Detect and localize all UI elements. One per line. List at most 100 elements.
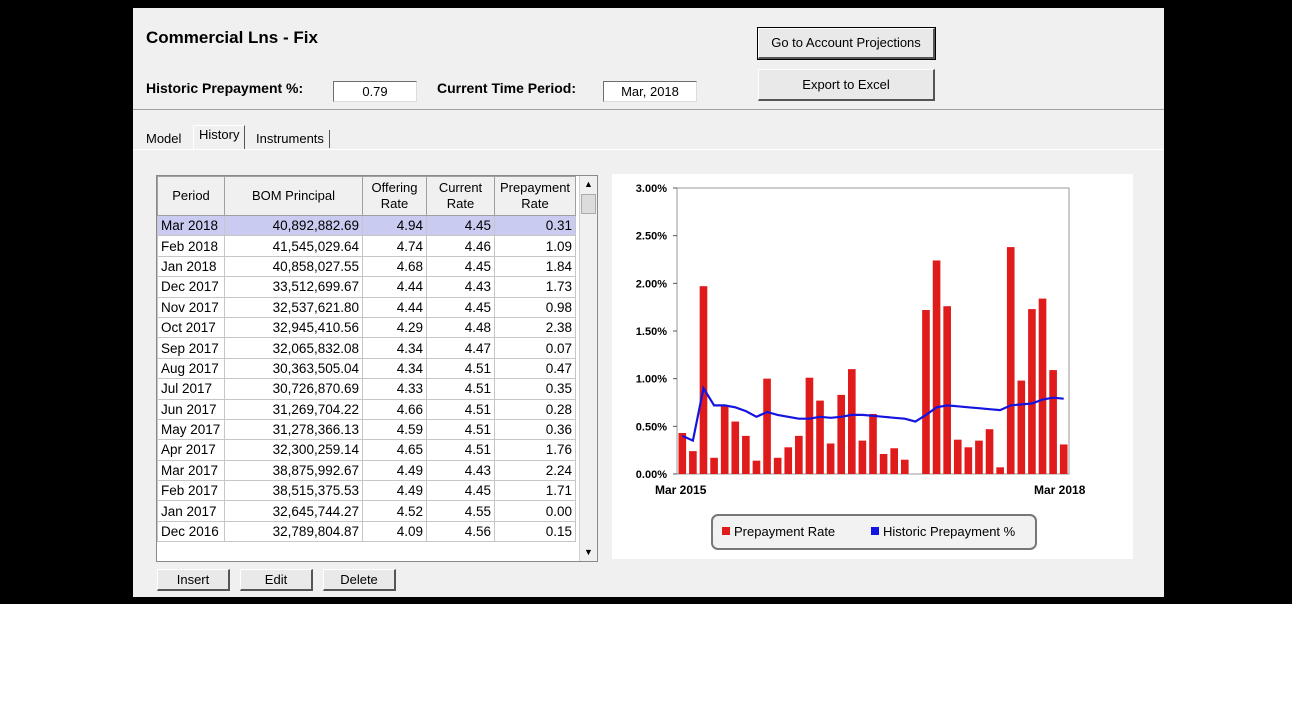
table-row[interactable]: Nov 2017 32,537,621.80 4.44 4.45 0.98 bbox=[157, 296, 576, 318]
offering-rate-header[interactable]: Offering Rate bbox=[362, 176, 427, 216]
tab-instruments[interactable]: Instruments bbox=[251, 130, 330, 148]
table-row[interactable]: Jan 2018 40,858,027.55 4.68 4.45 1.84 bbox=[157, 255, 576, 278]
bom-principal-cell[interactable]: 38,875,992.67 bbox=[224, 459, 363, 482]
offering-rate-cell[interactable]: 4.44 bbox=[362, 276, 427, 298]
table-row[interactable]: Jun 2017 31,269,704.22 4.66 4.51 0.28 bbox=[157, 398, 576, 420]
period-cell[interactable]: Sep 2017 bbox=[157, 337, 225, 359]
period-cell[interactable]: May 2017 bbox=[157, 418, 225, 441]
current-rate-cell[interactable]: 4.45 bbox=[426, 214, 495, 237]
period-cell[interactable]: Oct 2017 bbox=[157, 316, 225, 339]
offering-rate-cell[interactable]: 4.65 bbox=[362, 439, 427, 461]
offering-rate-cell[interactable]: 4.44 bbox=[362, 296, 427, 318]
prepayment-rate-cell[interactable]: 2.24 bbox=[494, 459, 576, 482]
grid-scrollbar[interactable]: ▲ ▼ bbox=[579, 176, 597, 561]
offering-rate-cell[interactable]: 4.52 bbox=[362, 500, 427, 522]
period-cell[interactable]: Apr 2017 bbox=[157, 439, 225, 461]
current-rate-cell[interactable]: 4.45 bbox=[426, 480, 495, 502]
period-cell[interactable]: Jun 2017 bbox=[157, 398, 225, 420]
delete-button[interactable]: Delete bbox=[323, 569, 396, 591]
prepayment-rate-cell[interactable]: 0.47 bbox=[494, 357, 576, 380]
current-rate-cell[interactable]: 4.43 bbox=[426, 459, 495, 482]
bom-principal-cell[interactable]: 32,065,832.08 bbox=[224, 337, 363, 359]
current-rate-cell[interactable]: 4.51 bbox=[426, 357, 495, 380]
bom-principal-cell[interactable]: 30,363,505.04 bbox=[224, 357, 363, 380]
current-rate-cell[interactable]: 4.51 bbox=[426, 439, 495, 461]
go-to-account-projections-button[interactable]: Go to Account Projections bbox=[757, 27, 936, 60]
offering-rate-cell[interactable]: 4.74 bbox=[362, 235, 427, 257]
prepayment-rate-cell[interactable]: 0.35 bbox=[494, 378, 576, 400]
offering-rate-cell[interactable]: 4.34 bbox=[362, 357, 427, 380]
offering-rate-cell[interactable]: 4.94 bbox=[362, 214, 427, 237]
period-cell[interactable]: Feb 2018 bbox=[157, 235, 225, 257]
bom-principal-header[interactable]: BOM Principal bbox=[224, 176, 363, 216]
historic-prepayment-field[interactable]: 0.79 bbox=[333, 81, 417, 102]
scroll-down-icon[interactable]: ▼ bbox=[580, 544, 597, 561]
period-cell[interactable]: Jan 2017 bbox=[157, 500, 225, 522]
table-row[interactable]: Sep 2017 32,065,832.08 4.34 4.47 0.07 bbox=[157, 337, 576, 359]
current-rate-header[interactable]: Current Rate bbox=[426, 176, 495, 216]
table-row[interactable]: Mar 2017 38,875,992.67 4.49 4.43 2.24 bbox=[157, 459, 576, 482]
bom-principal-cell[interactable]: 32,537,621.80 bbox=[224, 296, 363, 318]
table-row[interactable]: Jan 2017 32,645,744.27 4.52 4.55 0.00 bbox=[157, 500, 576, 522]
prepayment-rate-cell[interactable]: 0.98 bbox=[494, 296, 576, 318]
bom-principal-cell[interactable]: 31,269,704.22 bbox=[224, 398, 363, 420]
tab-model[interactable]: Model bbox=[141, 130, 186, 148]
bom-principal-cell[interactable]: 38,515,375.53 bbox=[224, 480, 363, 502]
current-rate-cell[interactable]: 4.45 bbox=[426, 255, 495, 278]
table-row[interactable]: Aug 2017 30,363,505.04 4.34 4.51 0.47 bbox=[157, 357, 576, 380]
current-rate-cell[interactable]: 4.46 bbox=[426, 235, 495, 257]
bom-principal-cell[interactable]: 32,645,744.27 bbox=[224, 500, 363, 522]
bom-principal-cell[interactable]: 40,892,882.69 bbox=[224, 214, 363, 237]
current-rate-cell[interactable]: 4.51 bbox=[426, 378, 495, 400]
table-row[interactable]: Dec 2016 32,789,804.87 4.09 4.56 0.15 bbox=[157, 520, 576, 543]
current-rate-cell[interactable]: 4.56 bbox=[426, 520, 495, 543]
table-row[interactable]: May 2017 31,278,366.13 4.59 4.51 0.36 bbox=[157, 418, 576, 441]
tab-history[interactable]: History bbox=[193, 125, 246, 150]
prepayment-rate-cell[interactable]: 1.73 bbox=[494, 276, 576, 298]
table-row[interactable]: Oct 2017 32,945,410.56 4.29 4.48 2.38 bbox=[157, 316, 576, 339]
offering-rate-cell[interactable]: 4.49 bbox=[362, 480, 427, 502]
bom-principal-cell[interactable]: 33,512,699.67 bbox=[224, 276, 363, 298]
bom-principal-cell[interactable]: 41,545,029.64 bbox=[224, 235, 363, 257]
period-cell[interactable]: Mar 2018 bbox=[157, 214, 225, 237]
prepayment-rate-cell[interactable]: 0.31 bbox=[494, 214, 576, 237]
prepayment-rate-cell[interactable]: 2.38 bbox=[494, 316, 576, 339]
offering-rate-cell[interactable]: 4.33 bbox=[362, 378, 427, 400]
prepayment-rate-cell[interactable]: 0.36 bbox=[494, 418, 576, 441]
period-cell[interactable]: Dec 2016 bbox=[157, 520, 225, 543]
prepayment-rate-cell[interactable]: 1.71 bbox=[494, 480, 576, 502]
offering-rate-cell[interactable]: 4.66 bbox=[362, 398, 427, 420]
prepayment-rate-cell[interactable]: 0.28 bbox=[494, 398, 576, 420]
table-row[interactable]: Feb 2018 41,545,029.64 4.74 4.46 1.09 bbox=[157, 235, 576, 257]
table-row[interactable]: Feb 2017 38,515,375.53 4.49 4.45 1.71 bbox=[157, 480, 576, 502]
history-grid[interactable]: Period BOM Principal Offering Rate Curren… bbox=[156, 175, 598, 562]
period-cell[interactable]: Mar 2017 bbox=[157, 459, 225, 482]
table-row[interactable]: Jul 2017 30,726,870.69 4.33 4.51 0.35 bbox=[157, 378, 576, 400]
bom-principal-cell[interactable]: 30,726,870.69 bbox=[224, 378, 363, 400]
offering-rate-cell[interactable]: 4.09 bbox=[362, 520, 427, 543]
scroll-thumb[interactable] bbox=[581, 194, 596, 214]
period-cell[interactable]: Jul 2017 bbox=[157, 378, 225, 400]
table-row[interactable]: Dec 2017 33,512,699.67 4.44 4.43 1.73 bbox=[157, 276, 576, 298]
prepayment-rate-cell[interactable]: 0.07 bbox=[494, 337, 576, 359]
bom-principal-cell[interactable]: 32,300,259.14 bbox=[224, 439, 363, 461]
offering-rate-cell[interactable]: 4.34 bbox=[362, 337, 427, 359]
offering-rate-cell[interactable]: 4.59 bbox=[362, 418, 427, 441]
edit-button[interactable]: Edit bbox=[240, 569, 313, 591]
current-rate-cell[interactable]: 4.43 bbox=[426, 276, 495, 298]
bom-principal-cell[interactable]: 40,858,027.55 bbox=[224, 255, 363, 278]
prepayment-rate-cell[interactable]: 1.09 bbox=[494, 235, 576, 257]
current-rate-cell[interactable]: 4.48 bbox=[426, 316, 495, 339]
scroll-up-icon[interactable]: ▲ bbox=[580, 176, 597, 193]
period-cell[interactable]: Dec 2017 bbox=[157, 276, 225, 298]
table-row[interactable]: Apr 2017 32,300,259.14 4.65 4.51 1.76 bbox=[157, 439, 576, 461]
prepayment-rate-cell[interactable]: 1.84 bbox=[494, 255, 576, 278]
period-cell[interactable]: Feb 2017 bbox=[157, 480, 225, 502]
insert-button[interactable]: Insert bbox=[157, 569, 230, 591]
current-rate-cell[interactable]: 4.55 bbox=[426, 500, 495, 522]
prepayment-rate-cell[interactable]: 0.00 bbox=[494, 500, 576, 522]
bom-principal-cell[interactable]: 32,789,804.87 bbox=[224, 520, 363, 543]
export-to-excel-button[interactable]: Export to Excel bbox=[758, 69, 935, 101]
current-time-period-field[interactable]: Mar, 2018 bbox=[603, 81, 697, 102]
bom-principal-cell[interactable]: 32,945,410.56 bbox=[224, 316, 363, 339]
